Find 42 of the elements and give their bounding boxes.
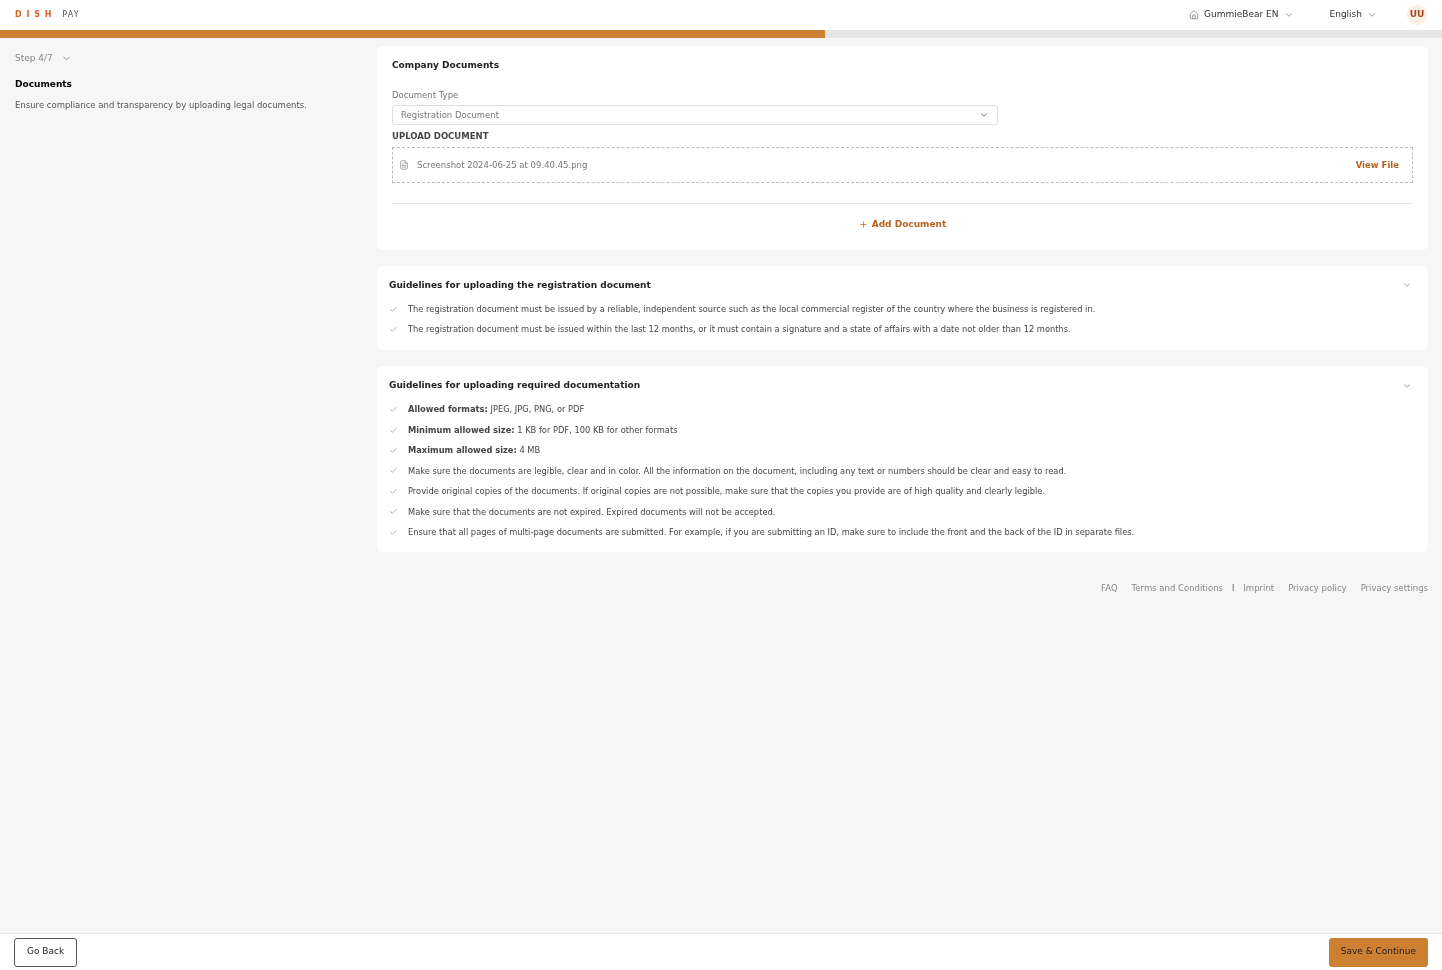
section-title: Documents (15, 77, 73, 91)
guideline-text: Make sure the documents are legible, clear and in color. All the information on the document, including any text or numbers should be clear and easy to read. (408, 464, 1067, 478)
footer-link[interactable]: Terms and Conditions (1131, 582, 1223, 596)
guideline-text: Make sure that the documents are not expired. Expired documents will not be accepted. (408, 505, 776, 518)
add-document-button[interactable]: Add Document (858, 218, 947, 232)
user-avatar[interactable]: UU (1407, 5, 1427, 25)
guideline-text: The registration document must be issued within the last 12 months, or it must contain a signature and a state of affairs with a date not older than 12 months. (408, 323, 1071, 336)
view-file-link[interactable]: View File (1355, 158, 1399, 172)
language-selector[interactable]: English (1329, 8, 1377, 22)
chevron-down-icon (1367, 10, 1377, 20)
home-icon (1189, 10, 1200, 20)
guideline-text: Minimum allowed size: 1 KB for PDF, 100 KB for other formats (408, 423, 678, 437)
card-title: Company Documents (392, 59, 501, 72)
document-type-select[interactable]: Registration Document (392, 105, 998, 126)
section-description: Ensure compliance and transparency by uploading legal documents. (15, 99, 308, 112)
guidelines-toggle[interactable]: Guidelines for uploading required documentation (389, 378, 1416, 393)
guideline-text: Ensure that all pages of multi-page documents are submitted. For example, if you are submitting an ID, make sure to include the front and the back of the ID in separate files. (408, 526, 1135, 539)
upload-dropzone[interactable]: Screenshot 2024-06-25 at 09.40.45.png View File (392, 147, 1413, 183)
footer-link[interactable]: Imprint (1243, 582, 1275, 596)
file-icon (399, 160, 409, 170)
guideline-text: Maximum allowed size: 4 MB (408, 444, 541, 457)
go-back-button[interactable]: Go Back (14, 937, 78, 967)
logo-suffix: PAY (62, 9, 80, 21)
check-icon (389, 325, 398, 335)
step-selector[interactable]: Step 4/7 (15, 52, 72, 66)
workspace-selector[interactable]: GummieBear EN (1189, 8, 1294, 22)
guideline-text: The registration document must be issued by a reliable, independent source such as the local commercial register of the country where the business is registered in. (408, 303, 1096, 316)
field-label: Document Type (392, 88, 460, 102)
footer-link[interactable]: Privacy policy (1288, 582, 1347, 596)
footer-separator: I (1232, 582, 1235, 595)
save-continue-button[interactable]: Save & Continue (1328, 937, 1428, 967)
guideline-text: Allowed formats: JPEG, JPG, PNG, or PDF (408, 403, 585, 416)
guideline-text: Provide original copies of the documents. If original copies are not possible, make sure that the copies you provide are of high quality and clearly legible. (408, 485, 1046, 498)
logo-brand: DISH (15, 9, 57, 21)
guidelines-toggle[interactable]: Guidelines for uploading the registration document (389, 278, 1416, 292)
plus-icon (858, 220, 868, 230)
check-icon (389, 304, 398, 314)
chevron-down-icon (1283, 10, 1294, 20)
footer-link[interactable]: FAQ (1101, 582, 1118, 596)
file-name: Screenshot 2024-06-25 at 09.40.45.png (417, 158, 588, 172)
footer-link[interactable]: Privacy settings (1360, 582, 1428, 596)
upload-label: UPLOAD DOCUMENT (392, 130, 490, 143)
